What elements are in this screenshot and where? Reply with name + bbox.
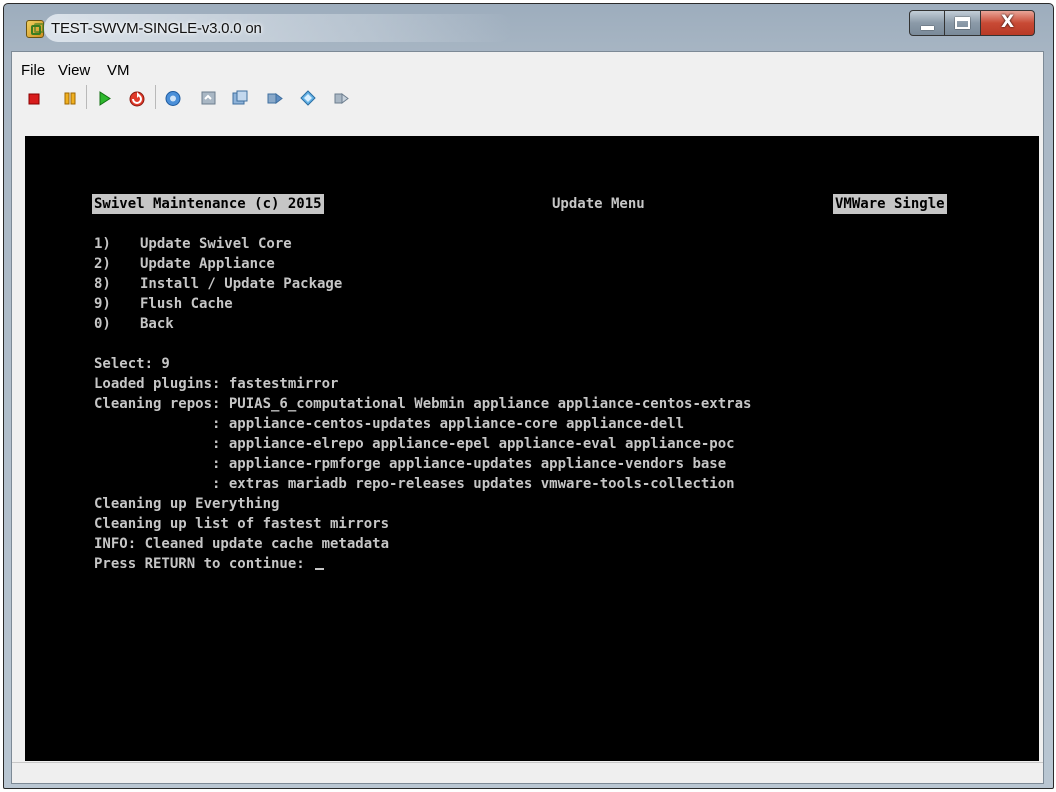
maximize-button[interactable] — [945, 10, 981, 36]
command-output: Select: 9 Loaded plugins: fastestmirror … — [94, 354, 751, 574]
minimize-button[interactable] — [909, 10, 945, 36]
maximize-icon — [955, 17, 970, 29]
menu-bar: File View VM — [12, 52, 1043, 80]
snapshot-icon[interactable] — [163, 88, 183, 108]
install-tools-icon[interactable] — [298, 88, 318, 108]
status-bar — [12, 762, 1043, 783]
menu-option-key: 1) — [94, 236, 111, 252]
header-menu-title: Update Menu — [552, 196, 645, 212]
prompt-text: Press RETURN to continue: — [94, 556, 314, 572]
close-button[interactable]: X — [981, 10, 1035, 36]
title-bar[interactable]: TEST-SWVM-SINGLE-v3.0.0 on X — [4, 4, 1053, 46]
menu-option-label: Update Appliance — [140, 256, 275, 272]
output-line: Cleaning repos: PUIAS_6_computational We… — [94, 396, 752, 412]
stop-icon[interactable] — [24, 88, 44, 108]
menu-option-key: 2) — [94, 256, 111, 272]
console-fit-icon[interactable] — [332, 88, 352, 108]
header-edition: VMWare Single — [833, 194, 947, 214]
menu-file[interactable]: File — [21, 62, 45, 79]
output-line: : appliance-rpmforge appliance-updates a… — [94, 456, 727, 472]
toolbar-separator — [155, 85, 156, 109]
output-line: : extras mariadb repo-releases updates v… — [94, 476, 735, 492]
output-line: : appliance-centos-updates appliance-cor… — [94, 416, 685, 432]
reset-icon[interactable] — [127, 88, 147, 108]
output-line: Loaded plugins: fastestmirror — [94, 376, 339, 392]
menu-vm[interactable]: VM — [107, 62, 130, 79]
play-icon[interactable] — [94, 88, 114, 108]
menu-option-key: 8) — [94, 276, 111, 292]
menu-option-label: Back — [140, 316, 174, 332]
vm-console-window: TEST-SWVM-SINGLE-v3.0.0 on X File View V… — [3, 3, 1054, 789]
menu-view[interactable]: View — [58, 62, 90, 79]
vmware-app-icon[interactable] — [26, 20, 44, 38]
output-line: INFO: Cleaned update cache metadata — [94, 536, 390, 552]
send-ctrl-alt-del-icon[interactable] — [265, 88, 285, 108]
close-icon: X — [1000, 12, 1015, 32]
output-line: : appliance-elrepo appliance-epel applia… — [94, 436, 735, 452]
output-line: Select: 9 — [94, 356, 170, 372]
pause-icon[interactable] — [60, 88, 80, 108]
menu-option-label: Flush Cache — [140, 296, 233, 312]
prompt-line: Press RETURN to continue: — [94, 554, 751, 574]
manage-snapshots-icon[interactable] — [230, 88, 250, 108]
header-copyright: Swivel Maintenance (c) 2015 — [92, 194, 324, 214]
menu-option-key: 9) — [94, 296, 111, 312]
output-line: Cleaning up Everything — [94, 496, 280, 512]
vm-console-screen[interactable]: Swivel Maintenance (c) 2015 Update Menu … — [25, 136, 1039, 761]
window-title: TEST-SWVM-SINGLE-v3.0.0 on — [51, 20, 262, 37]
revert-snapshot-icon[interactable] — [199, 88, 219, 108]
menu-option-label: Install / Update Package — [140, 276, 343, 292]
toolbar-separator — [86, 85, 87, 109]
menu-option-label: Update Swivel Core — [140, 236, 292, 252]
client-area: File View VM Swivel Maintenance (c) 2015… — [11, 51, 1044, 784]
minimize-icon — [921, 26, 934, 30]
output-line: Cleaning up list of fastest mirrors — [94, 516, 390, 532]
menu-option-key: 0) — [94, 316, 111, 332]
text-cursor — [315, 568, 325, 570]
toolbar — [12, 85, 1043, 114]
